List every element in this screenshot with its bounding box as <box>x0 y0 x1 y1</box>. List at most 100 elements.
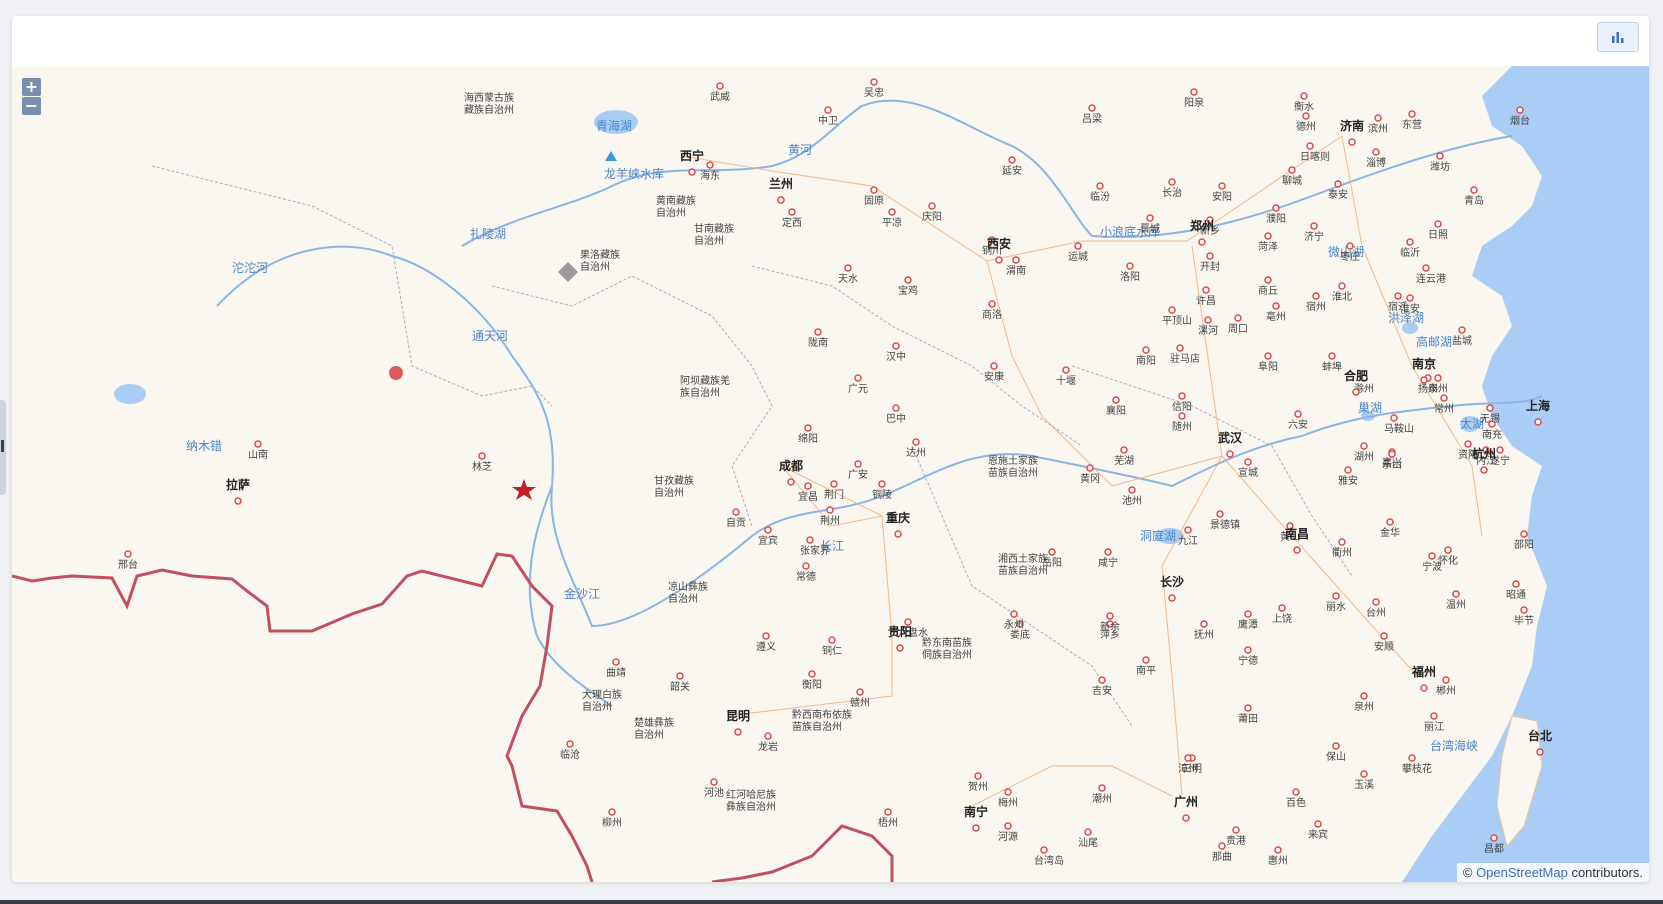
city-marker[interactable] <box>608 808 616 816</box>
city-marker[interactable] <box>1218 182 1226 190</box>
city-marker[interactable] <box>1264 232 1272 240</box>
city-marker[interactable] <box>1408 754 1416 762</box>
city-marker[interactable] <box>478 452 486 460</box>
zoom-out-button[interactable]: − <box>22 97 41 115</box>
city-marker[interactable] <box>1488 420 1496 428</box>
city-marker[interactable] <box>1206 252 1214 260</box>
openstreetmap-link[interactable]: OpenStreetMap <box>1476 865 1568 880</box>
city-marker[interactable] <box>1312 292 1320 300</box>
city-marker[interactable] <box>806 536 814 544</box>
city-marker[interactable] <box>716 82 724 90</box>
city-marker[interactable] <box>1126 262 1134 270</box>
city-marker[interactable] <box>1360 770 1368 778</box>
city-marker[interactable] <box>804 424 812 432</box>
city-marker[interactable] <box>856 688 864 696</box>
city-marker[interactable] <box>1520 606 1528 614</box>
city-marker[interactable] <box>1344 466 1352 474</box>
city-marker[interactable] <box>1244 458 1252 466</box>
city-marker[interactable] <box>1470 186 1478 194</box>
city-marker[interactable] <box>892 342 900 350</box>
capital-marker[interactable] <box>1293 546 1301 554</box>
city-marker[interactable] <box>1452 590 1460 598</box>
city-marker[interactable] <box>1442 676 1450 684</box>
city-marker[interactable] <box>1464 440 1472 448</box>
city-marker[interactable] <box>974 772 982 780</box>
city-marker[interactable] <box>1096 182 1104 190</box>
city-marker[interactable] <box>1048 548 1056 556</box>
city-marker[interactable] <box>1520 530 1528 538</box>
capital-marker[interactable] <box>1348 138 1356 146</box>
city-marker[interactable] <box>1386 518 1394 526</box>
city-marker[interactable] <box>254 440 262 448</box>
city-marker[interactable] <box>1176 344 1184 352</box>
city-marker[interactable] <box>1306 142 1314 150</box>
capital-marker[interactable] <box>1226 450 1234 458</box>
city-marker[interactable] <box>706 161 714 169</box>
city-marker[interactable] <box>1292 788 1300 796</box>
city-marker[interactable] <box>1302 112 1310 120</box>
city-marker[interactable] <box>1168 178 1176 186</box>
city-marker[interactable] <box>1512 580 1520 588</box>
map-canvas[interactable]: 青海湖龙羊峡水库黄河扎陵湖沱沱河通天河纳木错金沙江长江小浪底水库微山湖洪泽湖高邮… <box>12 66 1649 882</box>
city-marker[interactable] <box>824 106 832 114</box>
city-marker[interactable] <box>1120 446 1128 454</box>
city-marker[interactable] <box>1264 352 1272 360</box>
city-marker[interactable] <box>1098 676 1106 684</box>
city-marker[interactable] <box>1200 620 1208 628</box>
city-marker[interactable] <box>802 562 810 570</box>
city-marker[interactable] <box>1288 166 1296 174</box>
capital-marker[interactable] <box>1420 684 1428 692</box>
city-marker[interactable] <box>1334 180 1342 188</box>
city-marker[interactable] <box>1112 396 1120 404</box>
city-marker[interactable] <box>1216 510 1224 518</box>
city-marker[interactable] <box>1406 294 1414 302</box>
city-marker[interactable] <box>1294 410 1302 418</box>
city-marker[interactable] <box>1232 826 1240 834</box>
city-marker[interactable] <box>1190 88 1198 96</box>
city-marker[interactable] <box>1310 222 1318 230</box>
capital-marker[interactable] <box>896 644 904 652</box>
city-marker[interactable] <box>912 438 920 446</box>
city-marker[interactable] <box>1040 846 1048 854</box>
city-marker[interactable] <box>1332 592 1340 600</box>
city-marker[interactable] <box>1004 788 1012 796</box>
city-marker[interactable] <box>904 276 912 284</box>
city-marker[interactable] <box>1008 156 1016 164</box>
city-marker[interactable] <box>1098 784 1106 792</box>
city-marker[interactable] <box>1486 404 1494 412</box>
city-marker[interactable] <box>870 186 878 194</box>
city-marker[interactable] <box>1278 604 1286 612</box>
city-marker[interactable] <box>808 670 816 678</box>
city-marker[interactable] <box>928 202 936 210</box>
city-marker[interactable] <box>1244 646 1252 654</box>
city-marker[interactable] <box>1406 238 1414 246</box>
city-marker[interactable] <box>1106 612 1114 620</box>
city-marker[interactable] <box>1184 754 1192 762</box>
city-marker[interactable] <box>826 506 834 514</box>
capital-marker[interactable] <box>787 478 795 486</box>
city-marker[interactable] <box>1234 314 1242 322</box>
city-marker[interactable] <box>124 550 132 558</box>
capital-marker[interactable] <box>1480 466 1488 474</box>
capital-marker[interactable] <box>688 168 696 176</box>
city-marker[interactable] <box>1204 316 1212 324</box>
city-marker[interactable] <box>854 460 862 468</box>
city-marker[interactable] <box>1496 446 1504 454</box>
city-marker[interactable] <box>1184 526 1192 534</box>
city-marker[interactable] <box>1394 292 1402 300</box>
city-marker[interactable] <box>1440 394 1448 402</box>
city-marker[interactable] <box>1062 366 1070 374</box>
city-marker[interactable] <box>1360 692 1368 700</box>
city-marker[interactable] <box>1264 276 1272 284</box>
city-marker[interactable] <box>1086 464 1094 472</box>
city-marker[interactable] <box>844 264 852 272</box>
city-marker[interactable] <box>1274 846 1282 854</box>
city-marker[interactable] <box>1328 352 1336 360</box>
city-marker[interactable] <box>1388 450 1396 458</box>
city-marker[interactable] <box>732 508 740 516</box>
city-marker[interactable] <box>1012 256 1020 264</box>
city-marker[interactable] <box>710 778 718 786</box>
city-marker[interactable] <box>1360 442 1368 450</box>
city-marker[interactable] <box>1338 282 1346 290</box>
city-marker[interactable] <box>1202 286 1210 294</box>
